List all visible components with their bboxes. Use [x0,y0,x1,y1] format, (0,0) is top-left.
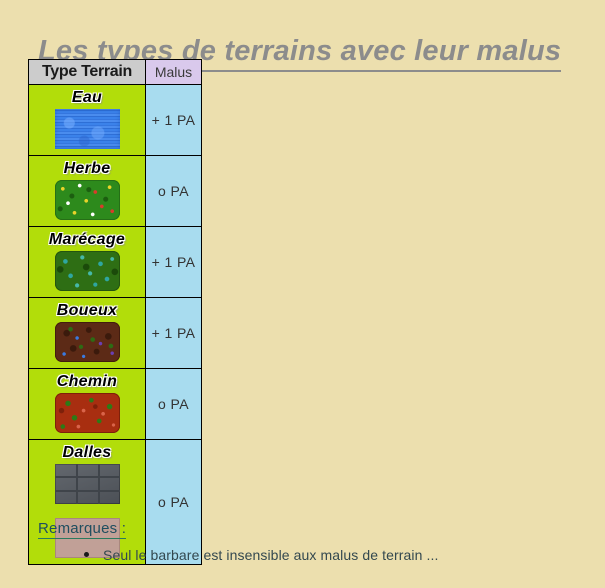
terrain-label: Chemin [56,373,118,390]
terrain-label: Boueux [56,302,118,319]
terrain-label: Herbe [63,160,111,177]
malus-cell-marecage: + 1 PA [145,226,202,298]
malus-cell-chemin: o PA [145,368,202,440]
swamp-tile [54,251,120,291]
table-row: Eau + 1 PA [28,84,202,156]
table-row: Herbe o PA [28,155,202,227]
terrain-label: Eau [71,89,103,106]
malus-cell-herbe: o PA [145,155,202,227]
malus-cell-boueux: + 1 PA [145,297,202,369]
list-item: Seul le barbare est insensible aux malus… [38,547,558,563]
bullet-icon [84,552,89,557]
remarks-list: Seul le barbare est insensible aux malus… [38,547,558,563]
slabs-tile [54,464,120,504]
terrain-label: Marécage [48,231,126,248]
column-header-malus: Malus [145,59,202,85]
table-row: Marécage + 1 PA [28,226,202,298]
table-row: Boueux + 1 PA [28,297,202,369]
water-tile [54,109,120,149]
terrain-malus-table: Type Terrain Malus Eau + 1 PA Herbe o PA… [28,59,202,565]
terrain-label: Dalles [62,444,112,461]
remark-text: Seul le barbare est insensible aux malus… [103,547,439,563]
terrain-cell-boueux: Boueux [28,297,146,369]
path-tile [54,393,120,433]
terrain-cell-chemin: Chemin [28,368,146,440]
terrain-cell-marecage: Marécage [28,226,146,298]
malus-cell-eau: + 1 PA [145,84,202,156]
grass-tile [54,180,120,220]
table-header-row: Type Terrain Malus [28,59,202,85]
remarks-section: Remarques : Seul le barbare est insensib… [38,520,558,563]
mud-tile [54,322,120,362]
table-row: Chemin o PA [28,368,202,440]
column-header-terrain: Type Terrain [28,59,146,85]
terrain-cell-eau: Eau [28,84,146,156]
remarks-title: Remarques : [38,520,127,539]
terrain-cell-herbe: Herbe [28,155,146,227]
